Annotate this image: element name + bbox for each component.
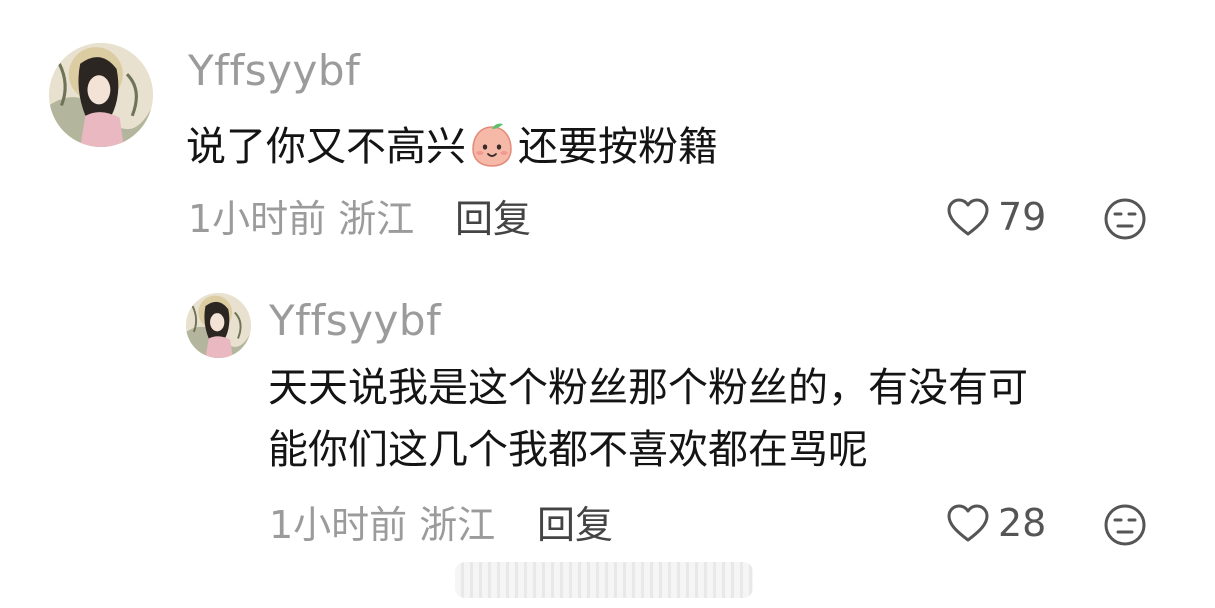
meh-face-icon: [1104, 198, 1146, 240]
reply-avatar[interactable]: [186, 293, 251, 358]
comment-text: 说了你又不高兴 还要按粉籍: [186, 116, 718, 178]
like-count: 79: [998, 195, 1047, 239]
reply-text: 天天说我是这个粉丝那个粉丝的，有没有可 能你们这几个我都不喜欢都在骂呢: [268, 357, 1028, 481]
username[interactable]: Yffsyybf: [188, 50, 360, 92]
like-count: 28: [998, 501, 1047, 545]
reply-text-line1: 天天说我是这个粉丝那个粉丝的，有没有可: [268, 365, 1028, 411]
timestamp: 1小时前: [188, 197, 327, 241]
timestamp: 1小时前: [269, 503, 408, 547]
reply-meta: 1小时前 浙江: [269, 506, 495, 544]
avatar[interactable]: [49, 43, 153, 147]
avatar-image: [186, 293, 251, 358]
peach-face-emoji-icon: [472, 123, 512, 167]
heart-outline-icon: [947, 504, 989, 542]
avatar-image: [49, 43, 153, 147]
like-button[interactable]: 79: [946, 197, 1046, 237]
meh-face-icon: [1104, 504, 1146, 546]
like-button[interactable]: 28: [946, 503, 1046, 543]
location: 浙江: [419, 503, 496, 547]
heart-outline-icon: [947, 198, 989, 236]
dislike-button[interactable]: [1103, 197, 1147, 245]
comment-meta: 1小时前 浙江: [188, 200, 414, 238]
reply-button[interactable]: 回复: [455, 200, 531, 238]
reply-button[interactable]: 回复: [537, 506, 613, 544]
location: 浙江: [338, 197, 415, 241]
reply-text-line2: 能你们这几个我都不喜欢都在骂呢: [268, 427, 868, 473]
dislike-button[interactable]: [1103, 503, 1147, 551]
comment-text-part1: 说了你又不高兴: [186, 124, 466, 170]
watermark: [455, 562, 753, 598]
comment-text-part2: 还要按粉籍: [518, 124, 718, 170]
reply-username[interactable]: Yffsyybf: [269, 300, 441, 342]
